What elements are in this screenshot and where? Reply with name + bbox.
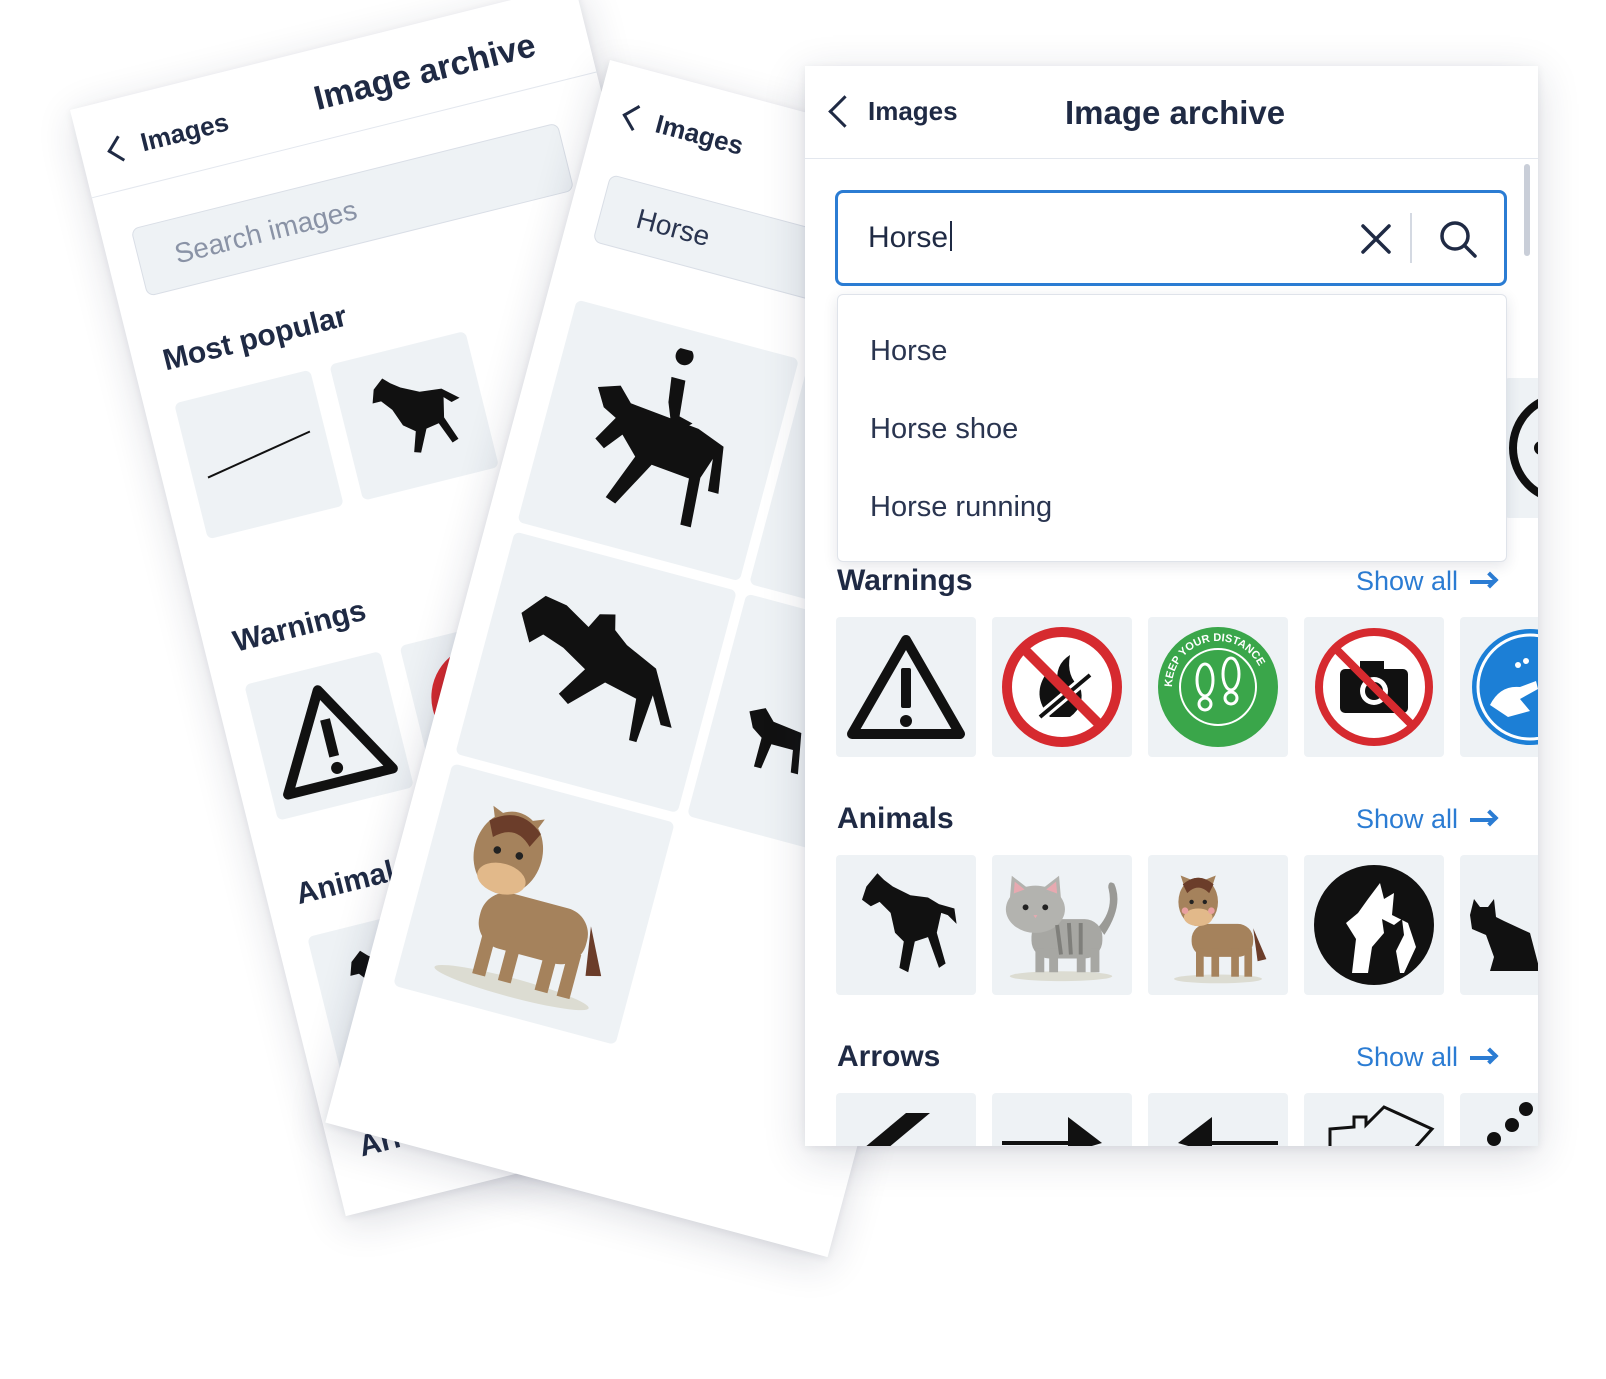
image-tile-no-camera[interactable] — [1304, 617, 1444, 757]
keep-your-distance-icon: KEEP YOUR DISTANCE — [1158, 627, 1278, 747]
back-label: Images — [652, 108, 747, 161]
show-all-label: Show all — [1355, 1042, 1458, 1072]
arrow-right-icon — [1470, 817, 1494, 822]
section-title-animals: Animals — [837, 802, 954, 835]
show-all-label: Show all — [1355, 566, 1458, 596]
result-tile-jumper[interactable] — [455, 531, 737, 814]
suggestion-horse-shoe[interactable]: Horse shoe — [870, 413, 1018, 446]
cartoon-horse-icon — [434, 805, 602, 1011]
image-tile-left-arrow[interactable] — [1148, 1093, 1288, 1146]
diagonal-arrow-icon — [866, 1113, 930, 1146]
suggestion-horse-running[interactable]: Horse running — [870, 491, 1052, 524]
back-button[interactable]: Images — [107, 107, 232, 166]
no-fire-icon — [1002, 627, 1122, 747]
back-label: Images — [137, 106, 232, 158]
cartoon-horse-icon — [1174, 875, 1267, 984]
back-button[interactable]: Images — [828, 95, 958, 128]
image-tile-horse[interactable] — [329, 330, 500, 501]
smiley-icon — [1509, 398, 1538, 498]
dog-and-cat-icon — [1314, 865, 1434, 985]
dotted-curve-icon — [1487, 1102, 1533, 1146]
section-title-warnings: Warnings — [837, 564, 973, 597]
divider — [1410, 213, 1412, 263]
show-all-animals-link[interactable]: Show all — [1356, 804, 1494, 835]
show-all-label: Show all — [1355, 804, 1458, 834]
result-tile-cartoon-horse[interactable] — [393, 763, 675, 1045]
page-title: Image archive — [310, 26, 540, 118]
image-tile-keep-distance[interactable]: KEEP YOUR DISTANCE — [1148, 617, 1288, 757]
image-tile-dotted-curve[interactable] — [1460, 1093, 1538, 1146]
back-label: Images — [868, 96, 958, 126]
sitting-cat-icon — [1470, 899, 1538, 971]
left-arrow-icon — [1178, 1117, 1278, 1146]
no-camera-icon — [1315, 628, 1433, 746]
image-tile-warning[interactable] — [836, 617, 976, 757]
arrow-right-icon — [1470, 1055, 1494, 1060]
chevron-left-icon — [622, 105, 649, 132]
section-title-most-popular: Most popular — [159, 299, 351, 378]
horse-rider-icon — [595, 347, 724, 528]
image-tile-line[interactable] — [174, 369, 344, 540]
image-tile-sitting-cat[interactable] — [1460, 855, 1538, 995]
outline-arrow-icon — [1328, 1105, 1435, 1146]
image-tile-smiley[interactable] — [1505, 378, 1538, 518]
scrollbar[interactable] — [1524, 164, 1530, 256]
page-title: Image archive — [1065, 94, 1286, 131]
wash-hands-icon — [1472, 629, 1538, 745]
suggestion-horse[interactable]: Horse — [870, 335, 947, 368]
image-tile-wash-hands[interactable] — [1460, 617, 1538, 757]
chevron-left-icon — [107, 135, 134, 162]
header: Images Image archive — [805, 66, 1538, 159]
search-field[interactable]: Horse — [835, 190, 1507, 286]
running-horse-icon — [862, 873, 957, 973]
right-arrow-icon — [1002, 1117, 1102, 1146]
image-tile-running-horse[interactable] — [836, 855, 976, 995]
image-tile-diagonal-arrow[interactable] — [836, 1093, 976, 1146]
image-tile-dog-and-cat[interactable] — [1304, 855, 1444, 995]
image-tile-no-fire[interactable] — [992, 617, 1132, 757]
image-tile-right-arrow[interactable] — [992, 1093, 1132, 1146]
image-tile-cartoon-horse[interactable] — [1148, 855, 1288, 995]
image-archive-panel: Images Image archive Horse Horse Horse s… — [805, 66, 1538, 1146]
suggestion-dropdown: Horse Horse shoe Horse running — [837, 294, 1507, 562]
warning-triangle-icon — [283, 685, 398, 800]
image-tile-outline-arrow[interactable] — [1304, 1093, 1444, 1146]
clear-icon[interactable] — [1358, 221, 1394, 257]
image-tile-warning[interactable] — [244, 651, 414, 821]
search-input-value[interactable]: Horse — [868, 221, 952, 255]
result-tile-rider[interactable] — [517, 299, 800, 582]
chevron-left-icon — [828, 95, 861, 128]
image-tile-cat[interactable] — [992, 855, 1132, 995]
back-button[interactable]: Images — [622, 101, 747, 162]
warning-triangle-icon — [847, 635, 965, 739]
line-icon — [207, 430, 311, 479]
show-all-warnings-link[interactable]: Show all — [1356, 566, 1494, 597]
cat-icon — [1005, 875, 1118, 982]
arrow-right-icon — [1470, 579, 1494, 584]
show-all-arrows-link[interactable]: Show all — [1356, 1042, 1494, 1073]
running-horse-icon — [372, 378, 460, 453]
section-title-arrows: Arrows — [837, 1040, 941, 1073]
show-jumping-icon — [521, 595, 672, 743]
search-icon[interactable] — [1438, 219, 1478, 259]
section-title-warnings: Warnings — [229, 593, 370, 659]
